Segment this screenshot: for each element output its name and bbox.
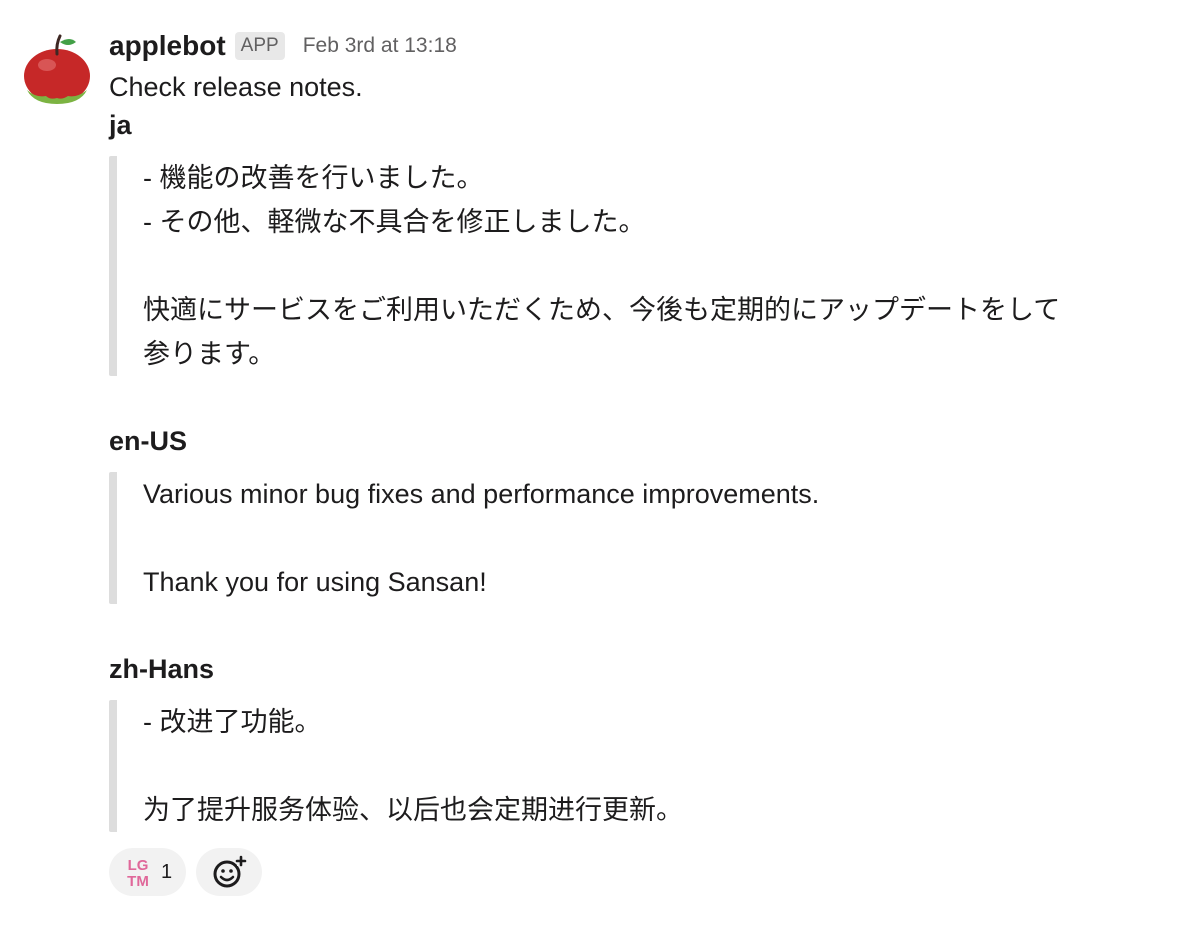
section-heading: en-US <box>109 426 188 456</box>
quote-line <box>143 244 1180 288</box>
avatar[interactable] <box>22 32 92 104</box>
quote-line <box>143 516 1180 560</box>
lgtm-emoji-icon: LG TM <box>127 857 149 889</box>
quote-line: 为了提升服务体验、以后也会定期进行更新。 <box>143 795 683 825</box>
release-notes-section: zh-Hans - 改进了功能。 为了提升服务体验、以后也会定期进行更新。 <box>109 650 1180 832</box>
section-heading: zh-Hans <box>109 654 215 684</box>
reaction-lgtm[interactable]: LG TM 1 <box>109 848 187 896</box>
quote-line: 快適にサービスをご利用いただくため、今後も定期的にアップデートをして <box>143 295 1061 325</box>
emoji-bottom-text: TM <box>127 873 149 889</box>
quote-line: - 機能の改善を行いました。 <box>143 163 484 193</box>
quote-line: Various minor bug fixes and performance … <box>143 479 820 509</box>
reactions-bar: LG TM 1 <box>109 848 1180 896</box>
add-emoji-icon <box>213 855 247 888</box>
add-reaction-button[interactable] <box>196 848 263 896</box>
release-notes-section: ja - 機能の改善を行いました。 - その他、軽微な不具合を修正しました。 快… <box>109 106 1180 376</box>
app-badge: APP <box>234 32 285 60</box>
message: applebot APP Feb 3rd at 13:18 Check rele… <box>0 0 1200 932</box>
quote-line <box>143 744 1180 788</box>
blockquote: - 機能の改善を行いました。 - その他、軽微な不具合を修正しました。 快適にサ… <box>109 156 1180 376</box>
release-notes-section: en-US Various minor bug fixes and perfor… <box>109 422 1180 604</box>
quote-line: - 改进了功能。 <box>143 707 322 737</box>
quote-line: - その他、軽微な不具合を修正しました。 <box>143 207 646 237</box>
message-content: applebot APP Feb 3rd at 13:18 Check rele… <box>109 26 1180 896</box>
timestamp[interactable]: Feb 3rd at 13:18 <box>303 34 457 58</box>
blockquote: - 改进了功能。 为了提升服务体验、以后也会定期进行更新。 <box>109 700 1180 832</box>
reaction-count: 1 <box>161 860 173 883</box>
message-text: Check release notes. <box>109 72 363 102</box>
blockquote: Various minor bug fixes and performance … <box>109 472 1180 604</box>
quote-line: 参ります。 <box>143 339 276 369</box>
quote-line: Thank you for using Sansan! <box>143 567 487 597</box>
username[interactable]: applebot <box>109 30 226 62</box>
message-header: applebot APP Feb 3rd at 13:18 <box>109 26 1180 66</box>
emoji-top-text: LG <box>128 857 149 874</box>
apple-icon <box>24 34 90 104</box>
section-heading: ja <box>109 110 132 140</box>
